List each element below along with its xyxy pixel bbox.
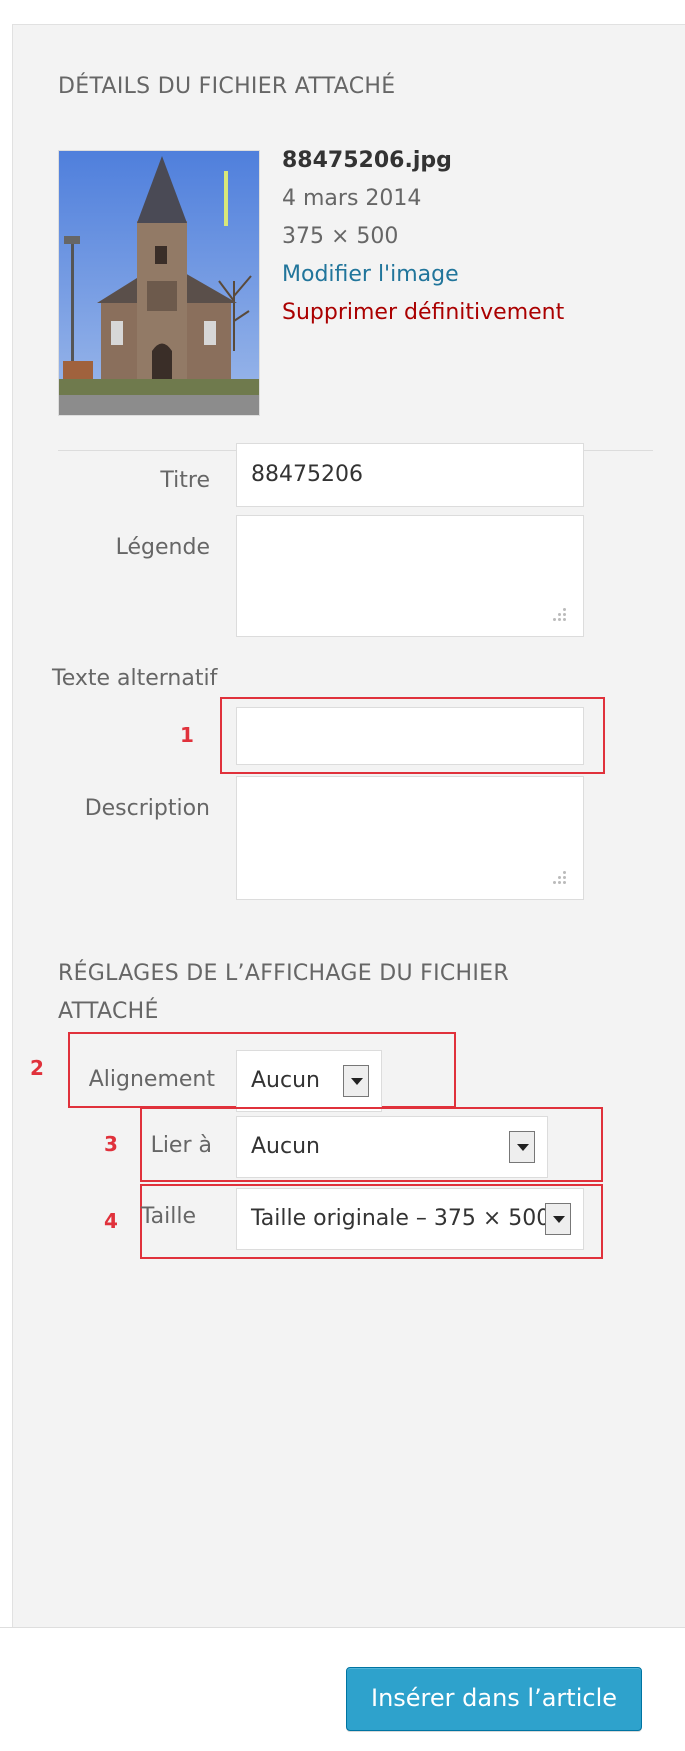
annotation-number-4: 4: [104, 1209, 118, 1233]
delete-permanently-link[interactable]: Supprimer définitivement: [282, 294, 564, 332]
annotation-number-1: 1: [180, 723, 194, 747]
attachment-details-title: DÉTAILS DU FICHIER ATTACHÉ: [58, 74, 396, 99]
link-to-label: Lier à: [150, 1133, 212, 1158]
chevron-down-icon[interactable]: [343, 1065, 369, 1097]
chevron-down-icon[interactable]: [509, 1131, 535, 1163]
title-input[interactable]: 88475206: [236, 443, 584, 507]
file-name: 88475206.jpg: [282, 148, 452, 173]
display-settings-title: RÉGLAGES DE L’AFFICHAGE DU FICHIER ATTAC…: [58, 955, 509, 1031]
alt-text-input[interactable]: [236, 707, 584, 765]
alt-text-label: Texte alternatif: [52, 666, 218, 691]
church-image-icon: [59, 151, 259, 415]
link-to-select[interactable]: Aucun: [236, 1116, 548, 1178]
description-textarea[interactable]: [236, 776, 584, 900]
toolbar-divider: [0, 1627, 685, 1628]
size-label: Taille: [140, 1204, 196, 1229]
resize-grip-icon[interactable]: [553, 608, 569, 624]
annotation-number-3: 3: [104, 1132, 118, 1156]
alignment-value: Aucun: [251, 1068, 320, 1093]
alignment-select[interactable]: Aucun: [236, 1050, 382, 1112]
attachment-thumbnail: [58, 150, 260, 416]
file-info: 88475206.jpg 4 mars 2014 375 × 500 Modif…: [282, 142, 564, 332]
chevron-down-icon[interactable]: [545, 1203, 571, 1235]
size-value: Taille originale – 375 × 500: [251, 1206, 551, 1231]
display-settings-title-line2: ATTACHÉ: [58, 999, 159, 1024]
edit-image-link[interactable]: Modifier l'image: [282, 256, 564, 294]
alignment-label: Alignement: [88, 1067, 215, 1092]
display-settings-title-line1: RÉGLAGES DE L’AFFICHAGE DU FICHIER: [58, 961, 509, 986]
link-to-value: Aucun: [251, 1134, 320, 1159]
size-select[interactable]: Taille originale – 375 × 500: [236, 1188, 584, 1250]
title-label: Titre: [160, 468, 210, 493]
annotation-number-2: 2: [30, 1056, 44, 1080]
caption-textarea[interactable]: [236, 515, 584, 637]
upload-date: 4 mars 2014: [282, 186, 422, 211]
resize-grip-icon[interactable]: [553, 871, 569, 887]
insert-into-post-button[interactable]: Insérer dans l’article: [346, 1667, 642, 1731]
caption-label: Légende: [115, 535, 210, 560]
description-label: Description: [84, 796, 210, 821]
image-dimensions: 375 × 500: [282, 224, 399, 249]
